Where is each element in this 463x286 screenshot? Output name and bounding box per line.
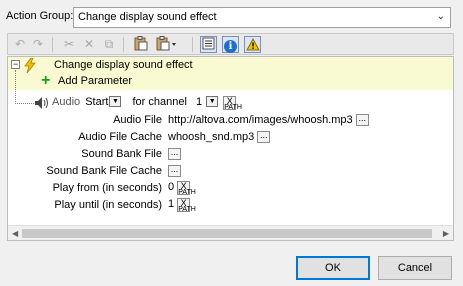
play-from-row: 0 X PATH <box>168 181 196 196</box>
cancel-button[interactable]: Cancel <box>378 256 452 280</box>
lightning-icon <box>24 57 36 76</box>
scrollbar-thumb[interactable] <box>22 229 432 238</box>
play-until-label: Play until (in seconds) <box>54 199 162 211</box>
toolbar: ↶ ↷ ✂ ✕ ⧉ i <box>7 33 454 55</box>
tree-connector <box>15 70 16 104</box>
audio-file-cache-value[interactable]: whoosh_snd.mp3 <box>168 131 254 143</box>
browse-button[interactable]: ... <box>355 114 369 126</box>
dropdown-arrow-icon: ▼ <box>109 96 122 107</box>
scroll-right-icon[interactable]: ▶ <box>443 229 449 238</box>
play-until-row: 1 X PATH <box>168 198 196 213</box>
speaker-icon <box>34 96 50 113</box>
sound-bank-file-cache-label: Sound Bank File Cache <box>46 165 162 177</box>
action-group-label: Action Group: <box>6 10 74 22</box>
action-tree-panel: − Change display sound effect + Add Para… <box>7 56 454 241</box>
audio-mode-select[interactable]: Start ▼ <box>85 96 122 108</box>
channel-select[interactable]: 1 ▼ <box>196 96 219 108</box>
cut-icon[interactable]: ✂ <box>60 36 78 53</box>
ok-button[interactable]: OK <box>296 256 370 280</box>
audio-file-value[interactable]: http://altova.com/images/whoosh.mp3 <box>168 114 353 126</box>
sound-bank-file-row: ... <box>168 148 181 160</box>
toolbar-separator <box>123 37 124 52</box>
warning-icon[interactable] <box>244 36 261 53</box>
add-icon[interactable]: + <box>41 73 50 89</box>
add-parameter-link[interactable]: Add Parameter <box>58 75 132 87</box>
redo-icon[interactable]: ↷ <box>29 36 47 53</box>
audio-file-cache-row: whoosh_snd.mp3 ... <box>168 131 271 143</box>
xpath-button[interactable]: X PATH <box>177 181 196 196</box>
collapse-toggle[interactable]: − <box>11 60 20 69</box>
channel-value: 1 <box>196 96 203 108</box>
delete-icon[interactable]: ✕ <box>80 36 98 53</box>
for-channel-label: for channel <box>132 96 187 108</box>
sound-bank-file-label: Sound Bank File <box>81 148 162 160</box>
browse-button[interactable]: ... <box>257 131 271 143</box>
list-view-icon[interactable] <box>200 36 217 53</box>
xpath-button[interactable]: X PATH <box>223 96 242 111</box>
action-title: Change display sound effect <box>54 59 193 71</box>
info-icon[interactable]: i <box>222 36 239 53</box>
action-group-value: Change display sound effect <box>78 11 217 23</box>
sound-bank-file-cache-row: ... <box>168 165 181 177</box>
play-until-value[interactable]: 1 <box>168 198 174 210</box>
horizontal-scrollbar[interactable]: ◀ ▶ <box>8 225 453 240</box>
play-from-label: Play from (in seconds) <box>52 182 162 194</box>
play-from-value[interactable]: 0 <box>168 181 174 193</box>
toolbar-separator <box>52 37 53 52</box>
action-group-select[interactable]: Change display sound effect ⌄ <box>73 7 451 28</box>
scroll-left-icon[interactable]: ◀ <box>12 229 18 238</box>
chevron-down-icon: ⌄ <box>436 11 445 22</box>
copy-icon[interactable]: ⧉ <box>100 36 118 53</box>
action-row[interactable]: − Change display sound effect + Add Para… <box>8 57 453 90</box>
browse-button[interactable]: ... <box>168 148 181 160</box>
tree-connector <box>15 103 34 104</box>
dropdown-arrow-icon: ▼ <box>206 96 219 107</box>
audio-mode-value: Start <box>85 96 109 108</box>
audio-label: Audio <box>52 96 81 108</box>
audio-file-row: http://altova.com/images/whoosh.mp3 ... <box>168 114 369 126</box>
paste-icon[interactable] <box>132 36 150 53</box>
xpath-button[interactable]: X PATH <box>177 198 196 213</box>
browse-button[interactable]: ... <box>168 165 181 177</box>
undo-icon[interactable]: ↶ <box>11 36 29 53</box>
audio-file-label: Audio File <box>113 114 162 126</box>
audio-file-cache-label: Audio File Cache <box>78 131 162 143</box>
paste-special-icon[interactable] <box>154 36 180 53</box>
audio-command-line: Audio Start ▼ for channel 1 ▼ X PATH <box>52 96 242 111</box>
toolbar-separator <box>192 37 193 52</box>
